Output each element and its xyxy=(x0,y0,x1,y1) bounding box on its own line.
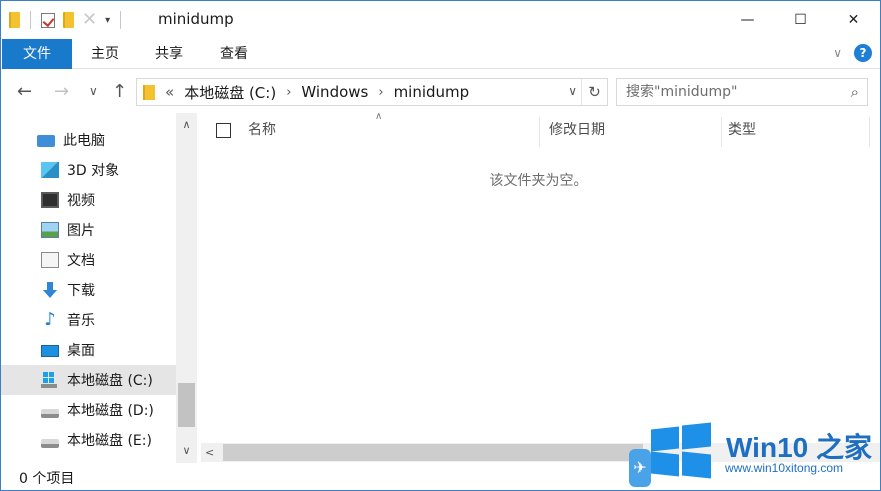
minimize-button[interactable]: — xyxy=(721,1,774,39)
folder-icon xyxy=(143,84,155,100)
drive-icon xyxy=(41,438,59,448)
folder-icon xyxy=(9,12,20,28)
tab-home[interactable]: 主页 xyxy=(85,39,125,69)
nav-pane-scrollbar[interactable]: ∧ ∨ xyxy=(176,113,197,463)
scrollbar-thumb[interactable] xyxy=(223,444,643,461)
address-bar[interactable]: « 本地磁盘 (C:) › Windows › minidump ∨ ↻ xyxy=(136,78,608,106)
bird-mascot-icon: ✈ xyxy=(629,449,651,487)
recent-locations-button[interactable]: ∨ xyxy=(89,84,98,98)
properties-icon[interactable] xyxy=(41,12,55,28)
pictures-icon xyxy=(41,222,59,238)
tab-share[interactable]: 共享 xyxy=(149,39,189,69)
music-icon: ♪ xyxy=(44,309,56,330)
breadcrumb-separator-icon[interactable]: › xyxy=(286,85,291,100)
file-list-pane: ∧ 名称 修改日期 类型 该文件夹为空。 < xyxy=(197,111,880,463)
back-button[interactable]: ← xyxy=(17,81,32,102)
sidebar-item-videos[interactable]: 视频 xyxy=(1,185,176,215)
breadcrumb-overflow[interactable]: « xyxy=(165,83,174,101)
title-bar: ✕ ▾ minidump — ☐ ✕ xyxy=(1,1,880,39)
sidebar-item-label: 本地磁盘 (E:) xyxy=(67,433,152,449)
search-input[interactable]: 搜索"minidump" ⌕ xyxy=(616,78,868,106)
windows-drive-icon xyxy=(41,372,59,388)
column-divider[interactable] xyxy=(721,117,722,147)
window-title: minidump xyxy=(158,10,234,28)
sidebar-item-drive-c[interactable]: 本地磁盘 (C:) xyxy=(1,365,176,395)
windows-logo-icon xyxy=(651,422,711,479)
column-header-name[interactable]: 名称 xyxy=(248,113,538,148)
sidebar-item-pictures[interactable]: 图片 xyxy=(1,215,176,245)
tab-file[interactable]: 文件 xyxy=(2,39,72,69)
sidebar-item-label: 文档 xyxy=(67,253,95,269)
sidebar-item-drive-e[interactable]: 本地磁盘 (E:) xyxy=(1,425,176,455)
ribbon-tabs: 文件 主页 共享 查看 ∨ ? xyxy=(1,39,880,69)
documents-icon xyxy=(41,252,59,268)
sidebar-item-drive-d[interactable]: 本地磁盘 (D:) xyxy=(1,395,176,425)
scroll-up-button[interactable]: ∧ xyxy=(176,115,197,135)
sidebar-item-label: 本地磁盘 (C:) xyxy=(67,373,153,389)
search-placeholder: 搜索"minidump" xyxy=(626,84,738,100)
download-icon xyxy=(41,282,59,298)
explorer-window: ✕ ▾ minidump — ☐ ✕ 文件 主页 共享 查看 ∨ ? ← → ∨… xyxy=(0,0,881,491)
window-controls: — ☐ ✕ xyxy=(721,1,880,39)
search-icon[interactable]: ⌕ xyxy=(851,79,859,105)
sidebar-item-label: 3D 对象 xyxy=(67,163,120,179)
close-button[interactable]: ✕ xyxy=(827,1,880,39)
maximize-button[interactable]: ☐ xyxy=(774,1,827,39)
desktop-icon xyxy=(41,345,59,357)
ribbon-right-controls: ∨ ? xyxy=(833,44,872,62)
quick-access-toolbar: ✕ ▾ xyxy=(9,10,123,30)
breadcrumb-drive-c[interactable]: 本地磁盘 (C:) xyxy=(184,82,276,103)
sidebar-item-this-pc[interactable]: 此电脑 xyxy=(1,125,176,155)
sidebar-item-label: 音乐 xyxy=(67,313,95,329)
column-header-date-modified[interactable]: 修改日期 xyxy=(549,113,719,148)
watermark-brand: Win10 之家 xyxy=(726,432,872,463)
help-icon[interactable]: ? xyxy=(854,44,872,62)
sidebar-item-label: 桌面 xyxy=(67,343,95,359)
delete-icon[interactable]: ✕ xyxy=(82,11,97,29)
sidebar-item-label: 此电脑 xyxy=(63,133,105,149)
sidebar-item-label: 下载 xyxy=(67,283,95,299)
forward-button[interactable]: → xyxy=(54,81,69,102)
column-divider[interactable] xyxy=(869,117,870,147)
scrollbar-thumb[interactable] xyxy=(178,383,195,427)
empty-folder-message: 该文件夹为空。 xyxy=(489,173,588,189)
computer-icon xyxy=(37,135,55,147)
sidebar-item-desktop[interactable]: 桌面 xyxy=(1,335,176,365)
customize-toolbar-dropdown[interactable]: ▾ xyxy=(105,15,110,26)
toolbar-divider xyxy=(120,11,122,29)
item-count: 0 个项目 xyxy=(19,471,75,487)
drive-icon xyxy=(41,408,59,418)
address-dropdown-icon[interactable]: ∨ xyxy=(568,84,577,98)
up-button[interactable]: ↑ xyxy=(112,81,127,102)
navigation-bar: ← → ∨ ↑ « 本地磁盘 (C:) › Windows › minidump… xyxy=(1,70,880,113)
breadcrumb-windows[interactable]: Windows xyxy=(301,83,368,101)
refresh-button[interactable]: ↻ xyxy=(581,79,607,105)
sidebar-item-3d-objects[interactable]: 3D 对象 xyxy=(1,155,176,185)
watermark: ✈ Win10 之家 www.win10xitong.com xyxy=(629,414,880,490)
tab-view[interactable]: 查看 xyxy=(214,39,254,69)
sidebar-item-downloads[interactable]: 下载 xyxy=(1,275,176,305)
column-divider[interactable] xyxy=(539,117,540,147)
breadcrumb-separator-icon[interactable]: › xyxy=(378,85,383,100)
select-all-checkbox[interactable] xyxy=(216,123,231,138)
sidebar-item-documents[interactable]: 文档 xyxy=(1,245,176,275)
breadcrumb-minidump[interactable]: minidump xyxy=(394,83,470,101)
scroll-down-button[interactable]: ∨ xyxy=(176,441,197,461)
sidebar-item-label: 本地磁盘 (D:) xyxy=(67,403,154,419)
toolbar-divider xyxy=(30,11,31,29)
sidebar-item-label: 图片 xyxy=(67,223,95,239)
watermark-url: www.win10xitong.com xyxy=(725,461,844,475)
expand-ribbon-chevron-icon[interactable]: ∨ xyxy=(833,46,842,60)
scroll-left-button[interactable]: < xyxy=(205,443,214,462)
sidebar-item-music[interactable]: ♪ 音乐 xyxy=(1,305,176,335)
column-header-type[interactable]: 类型 xyxy=(728,113,868,148)
navigation-pane: 此电脑 3D 对象 视频 图片 文档 下载 ♪ 音乐 桌面 本地磁盘 (C:) … xyxy=(1,113,197,463)
sidebar-item-label: 视频 xyxy=(67,193,95,209)
video-icon xyxy=(41,192,59,208)
new-folder-icon[interactable] xyxy=(63,12,74,28)
3d-objects-icon xyxy=(41,162,59,178)
